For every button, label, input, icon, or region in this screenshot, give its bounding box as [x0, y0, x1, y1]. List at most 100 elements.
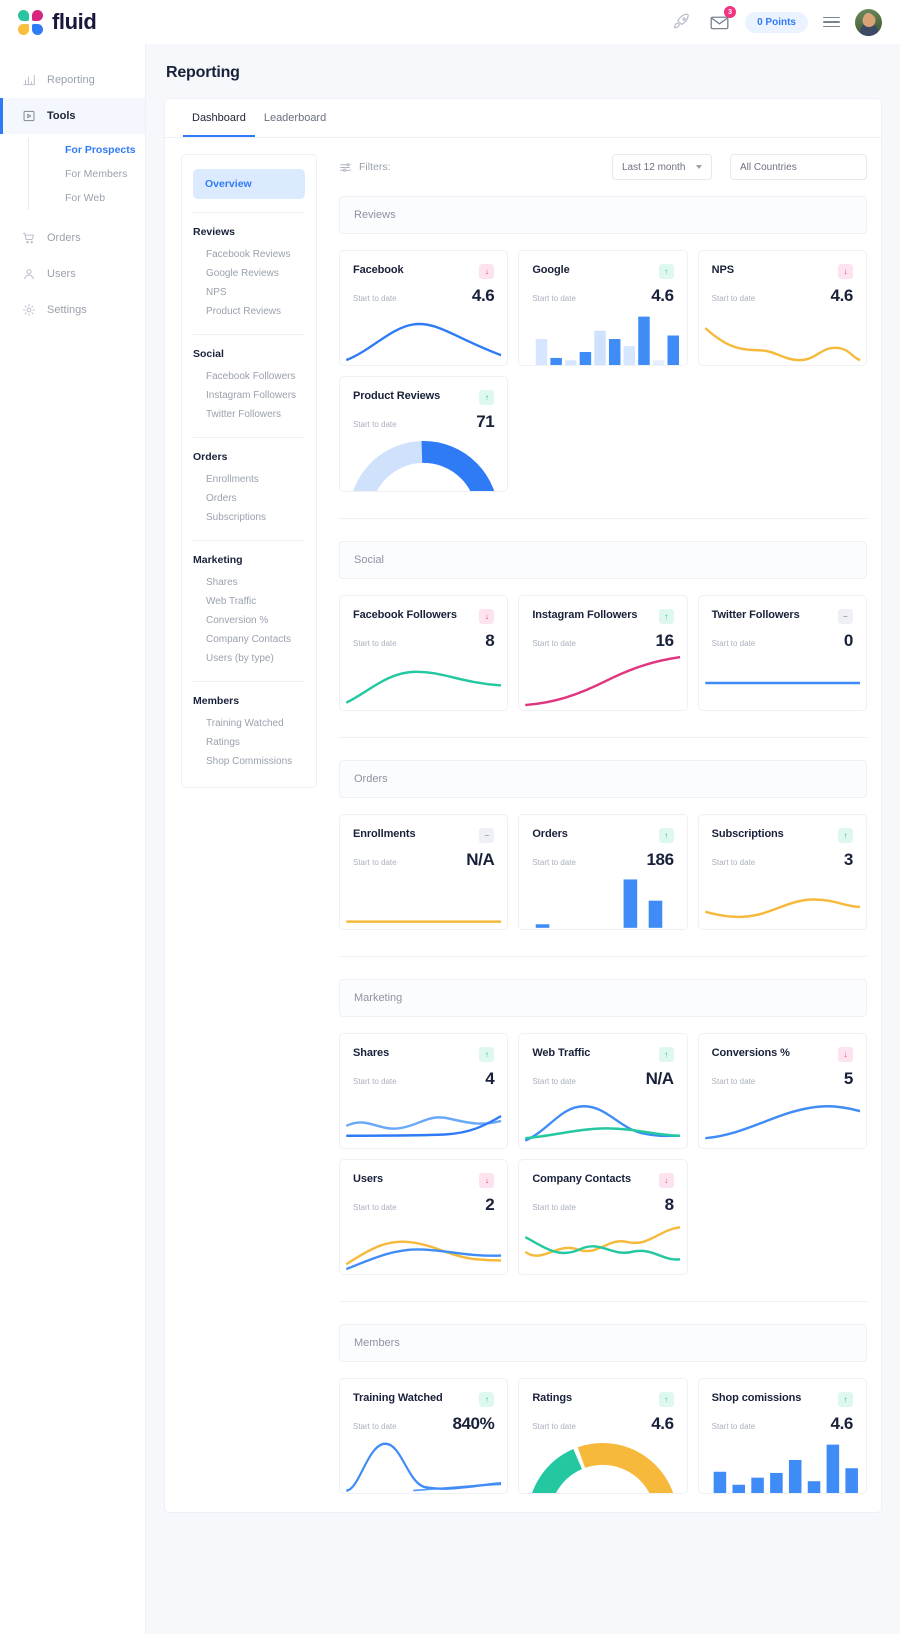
sparkline-chart	[340, 306, 507, 365]
sparkline-chart	[340, 1434, 507, 1493]
trend-badge-down: ↓	[479, 1173, 495, 1188]
metric-card-company-contacts[interactable]: Company Contacts ↓ Start to date 8	[518, 1159, 688, 1275]
metric-card-ratings[interactable]: Ratings ↑ Start to date 4.6	[518, 1378, 688, 1494]
period-select[interactable]: Last 12 month	[612, 154, 712, 180]
card-grid-reviews: Facebook ↓ Start to date 4.6 Google ↑ St…	[339, 250, 867, 492]
user-icon	[24, 269, 34, 280]
report-link-twitter-followers[interactable]: Twitter Followers	[182, 405, 316, 424]
metric-card-twitter-followers[interactable]: Twitter Followers – Start to date 0	[697, 595, 867, 711]
points-badge[interactable]: 0 Points	[745, 11, 808, 33]
metric-card-shop-comissions[interactable]: Shop comissions ↑ Start to date 4.6	[697, 1378, 867, 1494]
card-value: 5	[843, 1069, 853, 1088]
trend-badge-up: ↑	[479, 390, 495, 405]
card-sublabel: Start to date	[353, 420, 397, 429]
divider	[193, 334, 305, 335]
filters-label-group: Filters:	[339, 161, 391, 174]
group-title: Social	[193, 348, 224, 360]
sidebar-subnav: For Prospects For Members For Web	[28, 138, 145, 210]
section-header-reviews: Reviews	[339, 196, 867, 234]
tab-dashboard[interactable]: Dashboard	[183, 99, 255, 137]
report-link-company-contacts[interactable]: Company Contacts	[182, 630, 316, 649]
report-link-product-reviews[interactable]: Product Reviews	[182, 302, 316, 321]
rocket-icon[interactable]	[671, 11, 693, 33]
report-link-facebook-reviews[interactable]: Facebook Reviews	[182, 245, 316, 264]
sidebar-item-tools[interactable]: Tools	[0, 98, 145, 134]
section-header-orders: Orders	[339, 760, 867, 798]
sidebar-subitem-for-web[interactable]: For Web	[65, 186, 145, 210]
bar-chart	[699, 1434, 866, 1493]
report-link-nps[interactable]: NPS	[182, 283, 316, 302]
metric-card-nps[interactable]: NPS ↓ Start to date 4.6	[697, 250, 867, 366]
card-sublabel: Start to date	[711, 1422, 756, 1431]
card-title: Subscriptions	[711, 828, 784, 840]
card-sublabel: Start to date	[532, 1077, 576, 1086]
report-link-subscriptions[interactable]: Subscriptions	[182, 508, 316, 527]
sidebar-item-orders[interactable]: Orders	[0, 220, 145, 256]
report-link-google-reviews[interactable]: Google Reviews	[182, 264, 316, 283]
report-link-instagram-followers[interactable]: Instagram Followers	[182, 386, 316, 405]
card-value: 3	[843, 850, 853, 869]
report-link-shares[interactable]: Shares	[182, 573, 316, 592]
divider	[193, 681, 305, 682]
divider	[193, 212, 305, 213]
gear-icon	[22, 303, 36, 317]
trend-badge-down: ↓	[479, 264, 495, 279]
avatar[interactable]	[855, 8, 882, 36]
card-sublabel: Start to date	[532, 1422, 576, 1431]
trend-badge-down: ↓	[479, 609, 495, 624]
card-title: Training Watched	[353, 1392, 443, 1404]
metric-card-instagram-followers[interactable]: Instagram Followers ↑ Start to date 16	[518, 595, 688, 711]
country-select-value: All Countries	[740, 161, 797, 173]
card-title: Google	[532, 264, 570, 276]
metric-card-facebook[interactable]: Facebook ↓ Start to date 4.6	[339, 250, 509, 366]
card-sublabel: Start to date	[353, 858, 397, 867]
report-link-facebook-followers[interactable]: Facebook Followers	[182, 367, 316, 386]
sidebar-subitem-for-prospects[interactable]: For Prospects	[65, 138, 145, 162]
sidebar-item-users[interactable]: Users	[0, 256, 145, 292]
card-title: Orders	[532, 828, 568, 840]
card-value: 186	[646, 850, 674, 869]
sidebar-item-reporting[interactable]: Reporting	[0, 62, 145, 98]
sparkline-chart	[340, 870, 507, 929]
metric-card-users[interactable]: Users ↓ Start to date 2	[339, 1159, 509, 1275]
hamburger-icon[interactable]	[823, 16, 840, 28]
report-link-ratings[interactable]: Ratings	[182, 733, 316, 752]
report-link-conversion-pct[interactable]: Conversion %	[182, 611, 316, 630]
main-content: Reporting Dashboard Leaderboard Overview…	[146, 44, 900, 1634]
card-title: Product Reviews	[353, 390, 441, 402]
report-link-shop-commissions[interactable]: Shop Commissions	[182, 752, 316, 771]
brand-logo[interactable]: fluid	[18, 9, 97, 35]
report-link-enrollments[interactable]: Enrollments	[182, 470, 316, 489]
metric-card-enrollments[interactable]: Enrollments – Start to date N/A	[339, 814, 509, 930]
report-link-orders[interactable]: Orders	[182, 489, 316, 508]
report-menu-overview[interactable]: Overview	[193, 169, 305, 199]
brand-name: fluid	[52, 9, 97, 34]
metric-card-conversions[interactable]: Conversions % ↓ Start to date 5	[697, 1033, 867, 1149]
country-select[interactable]: All Countries	[730, 154, 867, 180]
trend-badge-up: ↑	[837, 1392, 853, 1407]
metric-card-web-traffic[interactable]: Web Traffic ↑ Start to date N/A	[518, 1033, 688, 1149]
report-link-training-watched[interactable]: Training Watched	[182, 714, 316, 733]
metric-card-product-reviews[interactable]: Product Reviews ↑ Start to date 71	[339, 376, 509, 492]
sparkline-chart	[519, 1215, 686, 1274]
report-link-users-by-type[interactable]: Users (by type)	[182, 649, 316, 668]
card-value: 4	[485, 1069, 495, 1088]
metric-card-shares[interactable]: Shares ↑ Start to date 4	[339, 1033, 509, 1149]
sidebar-subitem-for-members[interactable]: For Members	[65, 162, 145, 186]
card-sublabel: Start to date	[353, 1077, 397, 1086]
metric-card-facebook-followers[interactable]: Facebook Followers ↓ Start to date 8	[339, 595, 509, 711]
report-menu-group-marketing: Marketing Shares Web Traffic Conversion …	[182, 554, 316, 668]
group-title: Members	[193, 695, 240, 707]
metric-card-google[interactable]: Google ↑ Start to date 4.6	[518, 250, 688, 366]
report-menu-group-reviews: Reviews Facebook Reviews Google Reviews …	[182, 226, 316, 321]
metric-card-training-watched[interactable]: Training Watched ↑ Start to date 840%	[339, 1378, 509, 1494]
sparkline-chart	[699, 306, 866, 365]
metric-card-orders[interactable]: Orders ↑ Start to date 186	[518, 814, 688, 930]
group-title: Marketing	[193, 554, 243, 566]
tab-leaderboard[interactable]: Leaderboard	[255, 99, 335, 137]
envelope-icon[interactable]: 3	[708, 6, 737, 33]
sidebar-item-settings[interactable]: Settings	[0, 292, 145, 328]
report-link-web-traffic[interactable]: Web Traffic	[182, 592, 316, 611]
metric-card-subscriptions[interactable]: Subscriptions ↑ Start to date 3	[697, 814, 867, 930]
section-header-marketing: Marketing	[339, 979, 867, 1017]
